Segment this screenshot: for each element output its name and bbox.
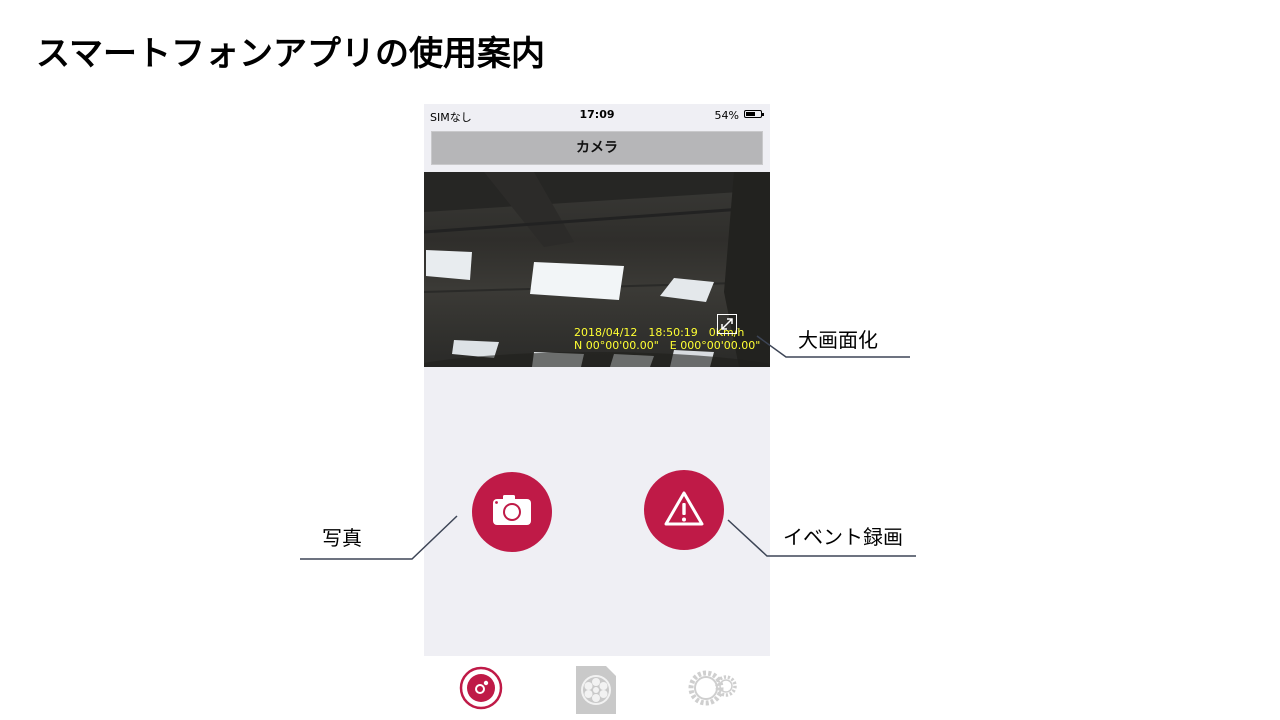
expand-icon xyxy=(721,318,733,330)
camera-icon xyxy=(493,495,531,525)
tab-camera[interactable] xyxy=(459,666,503,710)
tab-bar xyxy=(424,656,770,720)
take-photo-button[interactable] xyxy=(472,472,552,552)
tab-settings[interactable] xyxy=(686,666,737,710)
battery-icon xyxy=(744,110,764,118)
film-reel-file-icon xyxy=(576,666,616,714)
tab-files[interactable] xyxy=(574,666,618,714)
battery-percent: 54% xyxy=(714,109,739,122)
callout-enlarge: 大画面化 xyxy=(798,328,878,352)
callout-photo: 写真 xyxy=(322,526,362,550)
camera-lens-icon xyxy=(459,666,503,710)
gear-icon xyxy=(688,670,737,706)
callout-event-record: イベント録画 xyxy=(783,525,903,549)
event-record-button[interactable] xyxy=(644,470,724,550)
camera-live-view[interactable]: 2018/04/12 18:50:19 0Km/h N 00°00'00.00"… xyxy=(424,172,770,367)
slide-title: スマートフォンアプリの使用案内 xyxy=(36,34,545,74)
overlay-gps: N 00°00'00.00" E 000°00'00.00" xyxy=(574,339,761,352)
warning-triangle-icon xyxy=(664,491,704,526)
status-bar: SIMなし 17:09 54% xyxy=(424,104,770,126)
nav-title: カメラ xyxy=(431,131,763,165)
fullscreen-button[interactable] xyxy=(717,314,737,334)
phone-screen: SIMなし 17:09 54% カメラ 2018/04/12 18:50:19 … xyxy=(424,104,770,720)
